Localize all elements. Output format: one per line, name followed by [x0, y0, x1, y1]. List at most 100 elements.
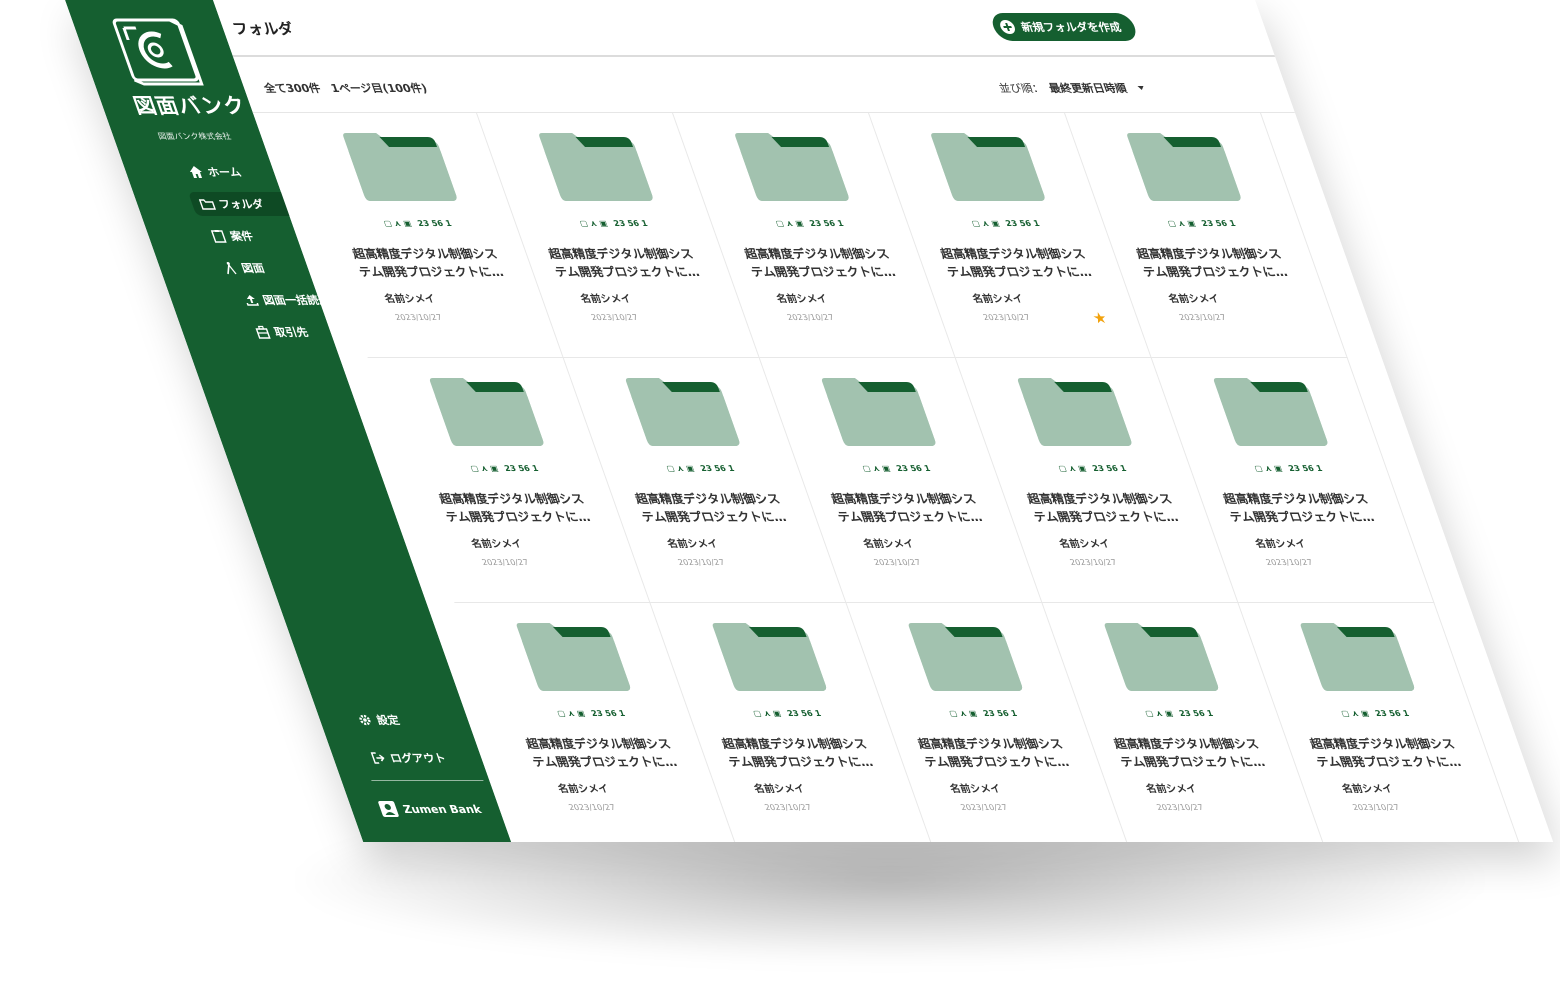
folder-stats: ▢ ⋏ ▣ 23 56 1: [601, 464, 799, 473]
sidebar-item-label: 取引先: [272, 326, 311, 339]
folder-date: 2023/10/27: [1351, 803, 1401, 812]
stats-values: 23 56 1: [503, 464, 540, 473]
folder-title-line1: 超高精度デジタル制御シス: [546, 247, 696, 261]
folder-date: 2023/10/27: [872, 558, 922, 567]
compass-icon: [226, 262, 237, 275]
folder-date: 2023/10/27: [589, 313, 640, 322]
folder-stats: ▢ ⋏ ▣ 23 56 1: [797, 464, 995, 473]
stats-icons: ▢ ⋏ ▣: [1143, 709, 1175, 718]
folder-icon: [712, 623, 827, 691]
building-icon: [255, 325, 271, 339]
stats-values: 23 56 1: [416, 219, 453, 228]
folder-date: 2023/10/27: [567, 803, 617, 812]
folder-title: 超高精度デジタル制御シス テム開発プロジェクトに…: [1221, 490, 1387, 526]
favorite-star-icon[interactable]: ★: [1090, 309, 1110, 327]
stats-values: 23 56 1: [895, 464, 932, 473]
folder-title: 超高精度デジタル制御シス テム開発プロジェクトに…: [742, 245, 908, 281]
folder-title: 超高精度デジタル制御シス テム開発プロジェクトに…: [1307, 735, 1473, 771]
app-window: 図面バンク 図面バンク株式会社 ホーム フォルダ 案件 図面 図面一括読込 取引…: [65, 0, 1554, 842]
folder-owner: 名前シメイ: [971, 294, 1026, 305]
folder-stats: ▢ ⋏ ▣ 23 56 1: [1276, 709, 1474, 718]
stats-icons: ▢ ⋏ ▣: [1057, 464, 1088, 473]
stats-icons: ▢ ⋏ ▣: [970, 219, 1001, 228]
folder-owner: 名前シメイ: [948, 784, 1003, 795]
folder-icon: [198, 199, 217, 210]
gear-icon: [359, 714, 371, 726]
folder-owner: 名前シメイ: [752, 784, 807, 795]
folder-stats: ▢ ⋏ ▣ 23 56 1: [1103, 219, 1301, 228]
folder-owner: 名前シメイ: [1340, 784, 1395, 795]
sort-label: 並び順：: [997, 82, 1046, 95]
folder-title-line1: 超高精度デジタル制御シス: [829, 492, 978, 506]
list-info-bar: 全て300件 1ページ目(100件) 並び順： 最終更新日時順: [233, 58, 1296, 113]
folder-icon: [1300, 623, 1415, 691]
folder-icon: [1017, 378, 1132, 446]
folder-icon: [908, 623, 1023, 691]
brand-logo-icon: [112, 18, 204, 86]
folder-icon: [735, 133, 849, 201]
new-folder-button[interactable]: 新規フォルダを作成: [988, 13, 1140, 41]
folder-stats: ▢ ⋏ ▣ 23 56 1: [711, 219, 909, 228]
folder-date: 2023/10/27: [1177, 313, 1228, 322]
folder-owner: 名前シメイ: [383, 294, 438, 305]
sidebar-item-logout[interactable]: ログアウト: [359, 746, 477, 770]
result-count: 全て300件 1ページ目(100件): [262, 82, 430, 95]
folder-stats: ▢ ⋏ ▣ 23 56 1: [405, 464, 603, 473]
user-account[interactable]: Zumen Bank: [376, 800, 484, 818]
folder-title-line1: 超高精度デジタル制御シス: [938, 247, 1088, 261]
stats-values: 23 56 1: [699, 464, 736, 473]
folder-stats: ▢ ⋏ ▣ 23 56 1: [319, 219, 517, 228]
sidebar-item-label: ログアウト: [388, 752, 448, 765]
folder-title-line1: 超高精度デジタル制御シス: [523, 737, 673, 751]
stats-values: 23 56 1: [1091, 464, 1128, 473]
folder-title-line2: テム開発プロジェクトに…: [748, 265, 898, 279]
folder-title-line2: テム開発プロジェクトに…: [552, 265, 702, 279]
folder-title-line1: 超高精度デジタル制御シス: [437, 492, 586, 506]
sidebar-item-label: フォルダ: [217, 198, 266, 211]
folder-title-line2: テム開発プロジェクトに…: [726, 755, 875, 769]
folder-owner: 名前シメイ: [775, 294, 830, 305]
top-bar: フォルダ 新規フォルダを作成: [213, 0, 1276, 57]
folder-title-line2: テム開発プロジェクトに…: [530, 755, 679, 769]
folder-owner: 名前シメイ: [861, 539, 916, 550]
sidebar-item-label: 設定: [374, 714, 402, 727]
folder-stats: ▢ ⋏ ▣ 23 56 1: [515, 219, 713, 228]
folder-title-line1: 超高精度デジタル制御シス: [742, 247, 892, 261]
folder-title: 超高精度デジタル制御シス テム開発プロジェクトに…: [938, 245, 1104, 281]
folder-owner: 名前シメイ: [1167, 294, 1222, 305]
folder-owner: 名前シメイ: [579, 294, 634, 305]
sort-value: 最終更新日時順: [1047, 82, 1129, 95]
upload-icon: [246, 295, 260, 306]
stats-icons: ▢ ⋏ ▣: [1339, 709, 1371, 718]
folder-date: 2023/10/27: [981, 313, 1032, 322]
sort-dropdown[interactable]: 並び順： 最終更新日時順: [996, 80, 1149, 96]
stats-icons: ▢ ⋏ ▣: [578, 219, 609, 228]
folder-icon: [1213, 378, 1328, 446]
folder-title-line1: 超高精度デジタル制御シス: [719, 737, 869, 751]
folder-date: 2023/10/27: [785, 313, 836, 322]
folder-title: 超高精度デジタル制御シス テム開発プロジェクトに…: [829, 490, 995, 526]
folder-title-line2: テム開発プロジェクトに…: [1140, 265, 1290, 279]
folder-icon: [516, 623, 631, 691]
folder-stats: ▢ ⋏ ▣ 23 56 1: [492, 709, 690, 718]
folder-title-line1: 超高精度デジタル制御シス: [915, 737, 1065, 751]
folder-stats: ▢ ⋏ ▣ 23 56 1: [688, 709, 886, 718]
folder-title-line1: 超高精度デジタル制御シス: [1111, 737, 1261, 751]
stats-values: 23 56 1: [1177, 709, 1215, 718]
folder-title: 超高精度デジタル制御シス テム開発プロジェクトに…: [633, 490, 799, 526]
folder-title: 超高精度デジタル制御シス テム開発プロジェクトに…: [350, 245, 516, 281]
folder-date: 2023/10/27: [393, 313, 444, 322]
folder-stats: ▢ ⋏ ▣ 23 56 1: [907, 219, 1105, 228]
folder-date: 2023/10/27: [1155, 803, 1205, 812]
folder-title-line2: テム開発プロジェクトに…: [1227, 510, 1377, 524]
sidebar-divider: [371, 780, 484, 781]
folder-stats: ▢ ⋏ ▣ 23 56 1: [993, 464, 1191, 473]
chevron-down-icon: [1137, 86, 1144, 90]
sidebar-item-settings[interactable]: 設定: [346, 708, 464, 732]
logout-icon: [370, 752, 385, 764]
folder-owner: 名前シメイ: [1057, 539, 1112, 550]
folder-title-line2: テム開発プロジェクトに…: [1118, 755, 1267, 769]
folder-stats: ▢ ⋏ ▣ 23 56 1: [1189, 464, 1387, 473]
folder-title: 超高精度デジタル制御シス テム開発プロジェクトに…: [1111, 735, 1277, 771]
folder-icon: [343, 133, 457, 201]
